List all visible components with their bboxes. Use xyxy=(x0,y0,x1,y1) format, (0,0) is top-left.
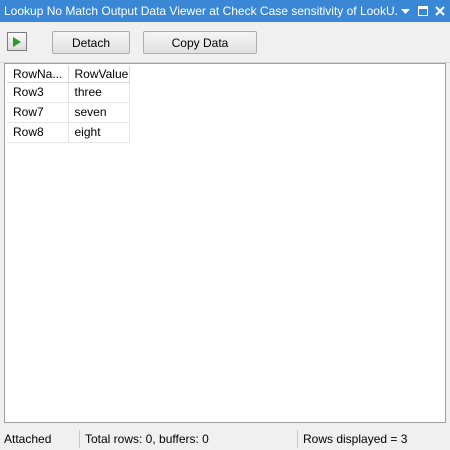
table-row[interactable]: Row7 seven xyxy=(7,102,130,123)
column-header-rowvalue[interactable]: RowValue xyxy=(68,66,130,83)
table-row[interactable]: Row3 three xyxy=(7,82,130,103)
data-table: RowNa... RowValue Row3 three Row7 seven … xyxy=(7,66,130,143)
cell-rowname[interactable]: Row7 xyxy=(7,102,69,123)
cell-rowvalue[interactable]: eight xyxy=(68,122,130,143)
data-viewer-window: Lookup No Match Output Data Viewer at Ch… xyxy=(0,0,450,450)
data-grid[interactable]: RowNa... RowValue Row3 three Row7 seven … xyxy=(4,63,446,423)
toolbar: Detach Copy Data xyxy=(0,22,450,63)
cell-rowname[interactable]: Row3 xyxy=(7,82,69,103)
status-total-rows: Total rows: 0, buffers: 0 xyxy=(80,430,298,448)
maximize-icon[interactable] xyxy=(415,2,430,20)
header-row: RowNa... RowValue xyxy=(7,66,130,83)
cell-rowvalue[interactable]: three xyxy=(68,82,130,103)
title-bar: Lookup No Match Output Data Viewer at Ch… xyxy=(0,0,450,22)
copy-data-button[interactable]: Copy Data xyxy=(143,31,257,54)
status-attached: Attached xyxy=(0,430,80,448)
play-button[interactable] xyxy=(7,32,27,51)
detach-button[interactable]: Detach xyxy=(52,31,130,54)
cell-rowname[interactable]: Row8 xyxy=(7,122,69,143)
cell-rowvalue[interactable]: seven xyxy=(68,102,130,123)
play-icon xyxy=(13,36,21,47)
column-header-rowname[interactable]: RowNa... xyxy=(7,66,69,83)
window-title: Lookup No Match Output Data Viewer at Ch… xyxy=(4,4,398,18)
close-icon[interactable] xyxy=(432,2,447,20)
status-rows-displayed: Rows displayed = 3 xyxy=(303,432,408,446)
status-bar: Attached Total rows: 0, buffers: 0 Rows … xyxy=(0,428,450,450)
dropdown-arrow-icon[interactable] xyxy=(398,2,413,20)
table-row[interactable]: Row8 eight xyxy=(7,122,130,143)
